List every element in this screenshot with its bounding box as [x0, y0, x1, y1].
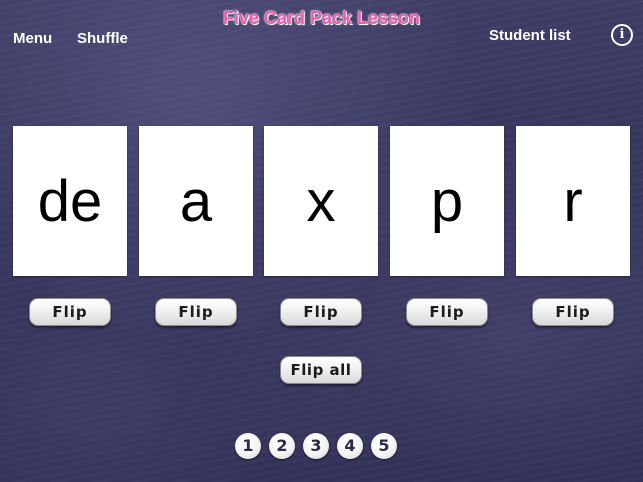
flip-all-button[interactable]: Flip all [280, 356, 362, 384]
page-3-button[interactable]: 3 [303, 433, 329, 459]
card-3[interactable]: x [264, 126, 378, 276]
card-4[interactable]: p [390, 126, 504, 276]
page-selector: 1 2 3 4 5 [235, 433, 397, 459]
flip-card-4-button[interactable]: Flip [406, 298, 488, 326]
card-1[interactable]: de [13, 126, 127, 276]
student-list-button[interactable]: Student list [489, 27, 571, 44]
flip-card-5-button[interactable]: Flip [532, 298, 614, 326]
page-4-button[interactable]: 4 [337, 433, 363, 459]
flip-card-1-button[interactable]: Flip [29, 298, 111, 326]
card-2[interactable]: a [139, 126, 253, 276]
flip-card-3-button[interactable]: Flip [280, 298, 362, 326]
flip-card-2-button[interactable]: Flip [155, 298, 237, 326]
card-5[interactable]: r [516, 126, 630, 276]
menu-button[interactable]: Menu [13, 30, 52, 47]
info-icon[interactable]: i [611, 24, 633, 46]
shuffle-button[interactable]: Shuffle [77, 30, 128, 47]
page-5-button[interactable]: 5 [371, 433, 397, 459]
page-2-button[interactable]: 2 [269, 433, 295, 459]
lesson-title: Five Card Pack Lesson [222, 8, 421, 28]
page-1-button[interactable]: 1 [235, 433, 261, 459]
